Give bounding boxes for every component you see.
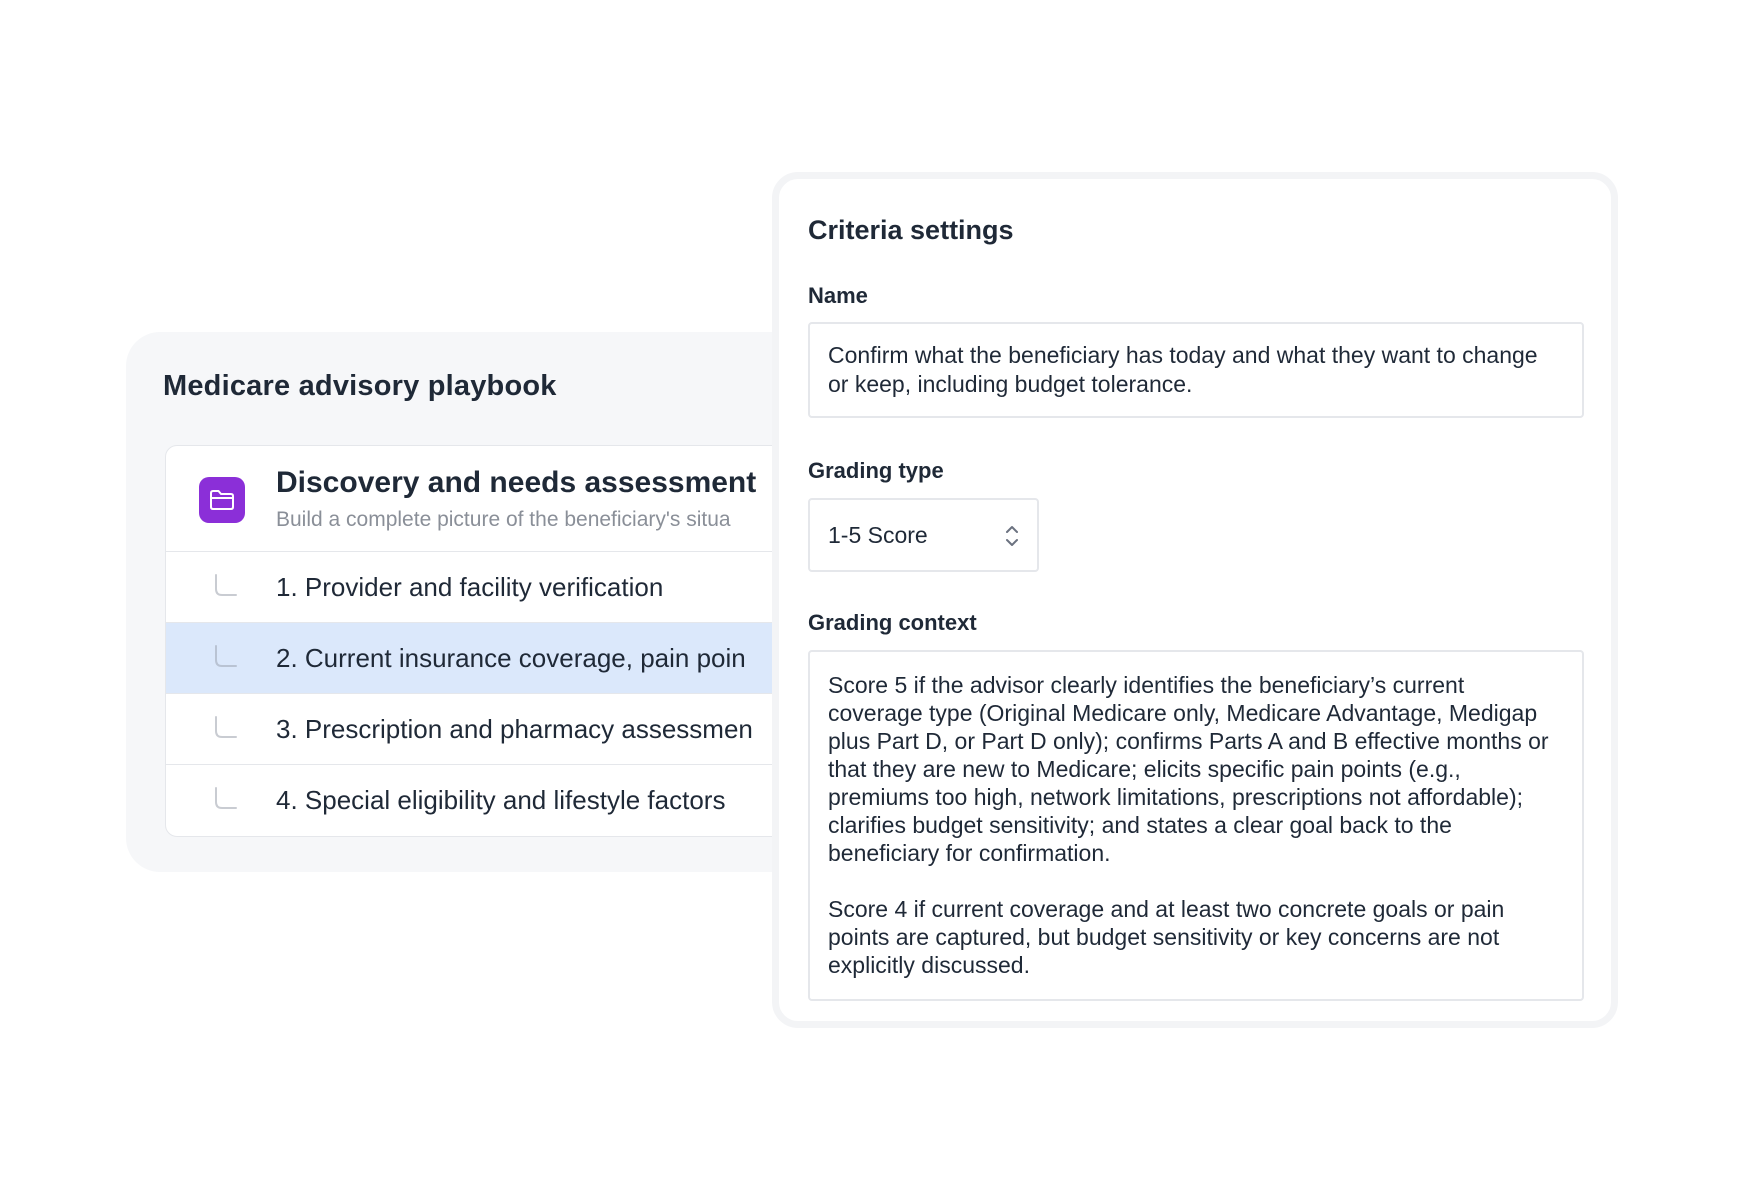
list-item-1[interactable]: 1. Provider and facility verification — [166, 552, 806, 623]
grading-context-field[interactable]: Score 5 if the advisor clearly identifie… — [808, 650, 1584, 1001]
grading-type-label: Grading type — [808, 458, 944, 483]
grading-type-value: 1-5 Score — [828, 522, 928, 548]
grading-context-paragraph: Score 5 if the advisor clearly identifie… — [828, 672, 1549, 866]
tree-branch-icon — [215, 787, 237, 809]
chevron-up-down-icon — [1006, 526, 1018, 546]
tree-branch-icon — [215, 645, 237, 667]
list-item-3[interactable]: 3. Prescription and pharmacy assessmen — [166, 694, 806, 765]
list-item-label: 2. Current insurance coverage, pain poin — [276, 643, 746, 673]
criteria-settings-panel: Criteria settings Name Confirm what the … — [772, 172, 1618, 1028]
name-label: Name — [808, 283, 868, 308]
list-item-label: 1. Provider and facility verification — [276, 572, 664, 602]
name-field[interactable]: Confirm what the beneficiary has today a… — [808, 322, 1584, 418]
playbook-card: Medicare advisory playbook Discovery and… — [126, 332, 826, 872]
list-item-label: 4. Special eligibility and lifestyle fac… — [276, 785, 726, 815]
folder-icon — [199, 477, 245, 523]
playbook-title: Medicare advisory playbook — [163, 370, 557, 402]
tree-branch-icon — [215, 716, 237, 738]
grading-type-select[interactable]: 1-5 Score — [808, 498, 1039, 572]
section-subtitle: Build a complete picture of the benefici… — [276, 508, 731, 531]
section-title: Discovery and needs assessment — [276, 466, 757, 499]
list-item-label: 3. Prescription and pharmacy assessmen — [276, 714, 753, 744]
tree-branch-icon — [215, 574, 237, 596]
list-item-2[interactable]: 2. Current insurance coverage, pain poin — [166, 623, 806, 694]
grading-context-label: Grading context — [808, 610, 977, 635]
section-header[interactable]: Discovery and needs assessment Build a c… — [166, 446, 806, 552]
list-item-4[interactable]: 4. Special eligibility and lifestyle fac… — [166, 765, 806, 835]
panel-title: Criteria settings — [808, 215, 1014, 245]
criteria-list: Discovery and needs assessment Build a c… — [165, 445, 807, 837]
grading-context-paragraph: Score 4 if current coverage and at least… — [828, 896, 1505, 978]
